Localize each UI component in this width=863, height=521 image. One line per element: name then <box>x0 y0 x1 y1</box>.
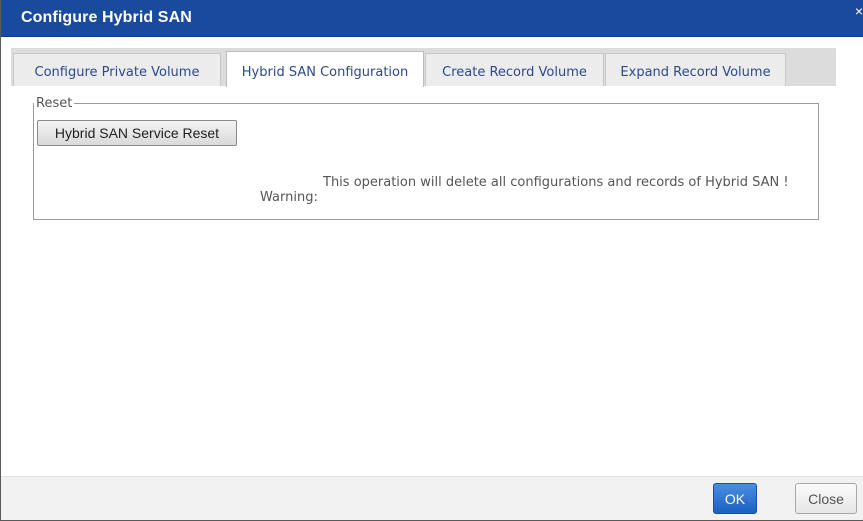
reset-fieldset: Reset Hybrid SAN Service Reset Warning: … <box>33 96 819 220</box>
warning-message: This operation will delete all configura… <box>323 175 789 190</box>
tab-expand-record-volume[interactable]: Expand Record Volume <box>605 53 786 86</box>
dialog-title: Configure Hybrid SAN <box>21 9 192 26</box>
ok-button[interactable]: OK <box>713 483 757 514</box>
hybrid-san-service-reset-button[interactable]: Hybrid SAN Service Reset <box>37 120 237 146</box>
warning-label: Warning: <box>260 190 318 205</box>
tab-configure-private-volume[interactable]: Configure Private Volume <box>13 53 221 86</box>
tab-hybrid-san-configuration[interactable]: Hybrid SAN Configuration <box>226 51 424 87</box>
tab-content: Reset Hybrid SAN Service Reset Warning: … <box>11 86 854 476</box>
reset-legend: Reset <box>36 96 73 111</box>
tab-create-record-volume[interactable]: Create Record Volume <box>425 53 604 86</box>
dialog-footer: OK Close <box>1 476 863 520</box>
close-icon[interactable]: × <box>855 3 863 19</box>
close-button[interactable]: Close <box>795 483 857 514</box>
dialog-titlebar: Configure Hybrid SAN × <box>1 0 863 37</box>
tab-bar: Configure Private Volume Hybrid SAN Conf… <box>11 48 836 87</box>
configure-hybrid-san-dialog: Configure Hybrid SAN × Configure Private… <box>0 0 863 521</box>
